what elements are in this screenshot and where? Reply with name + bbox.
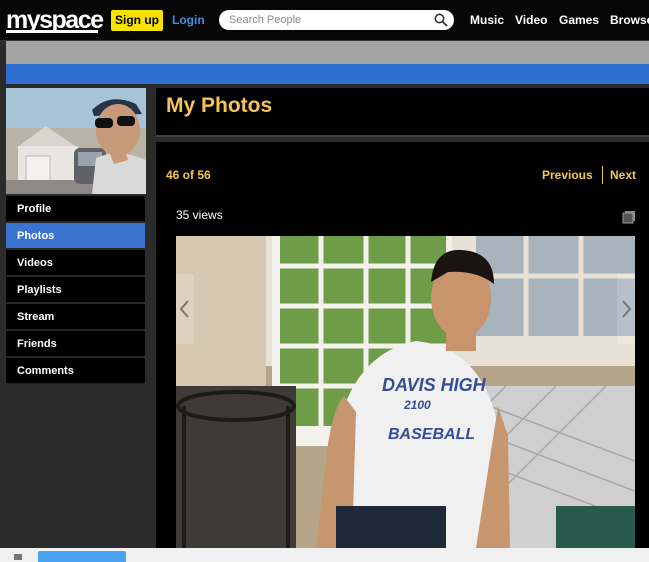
main-photo[interactable]: DAVIS HIGH 2100 BASEBALL [176,236,635,548]
shirt-text-line-2: 2100 [403,398,431,412]
shirt-text-line-1: DAVIS HIGH [382,375,487,395]
nav-browse[interactable]: Browse [610,10,649,31]
photo-prev-arrow[interactable] [176,274,194,344]
nav-music[interactable]: Music [470,10,504,31]
logo-underline [6,30,98,33]
nav-games[interactable]: Games [559,10,599,31]
banner-grey-strip [6,41,649,64]
nav-video[interactable]: Video [515,10,547,31]
login-link[interactable]: Login [172,10,205,31]
bottom-small-icon [14,554,22,560]
sidebar-item-videos[interactable]: Videos [6,250,145,276]
sidebar-item-stream[interactable]: Stream [6,304,145,330]
photo-next-arrow[interactable] [617,274,635,344]
banner-blue-strip [6,64,649,84]
nav-separator [602,166,603,184]
profile-avatar[interactable] [6,88,146,194]
sidebar-item-photos[interactable]: Photos [6,223,145,249]
sidebar-item-profile[interactable]: Profile [6,196,145,222]
photo-counter: 46 of 56 [166,168,211,182]
bottom-toolbar [0,548,649,562]
photo-viewer: 46 of 56 Previous Next 35 views DAVIS HI… [156,142,649,548]
bottom-blue-tab[interactable] [38,551,126,562]
search-icon[interactable] [434,13,448,27]
view-count: 35 views [176,208,223,222]
sidebar-item-comments[interactable]: Comments [6,358,145,384]
page-title: My Photos [166,94,273,117]
expand-icon[interactable] [622,210,636,224]
page-title-box: My Photos [156,88,649,137]
signup-button[interactable]: Sign up [111,10,163,31]
search-box [219,10,454,30]
chevron-left-icon [179,300,189,318]
top-navigation-bar: myspace Sign up Login Music Video Games … [0,0,649,41]
chevron-right-icon [622,300,632,318]
sidebar-item-friends[interactable]: Friends [6,331,145,357]
previous-photo-link[interactable]: Previous [542,168,593,182]
next-photo-link[interactable]: Next [610,168,636,182]
search-input[interactable] [229,10,429,30]
sidebar-item-playlists[interactable]: Playlists [6,277,145,303]
shirt-text-line-3: BASEBALL [388,426,475,443]
profile-side-navigation: Profile Photos Videos Playlists Stream F… [6,196,145,385]
